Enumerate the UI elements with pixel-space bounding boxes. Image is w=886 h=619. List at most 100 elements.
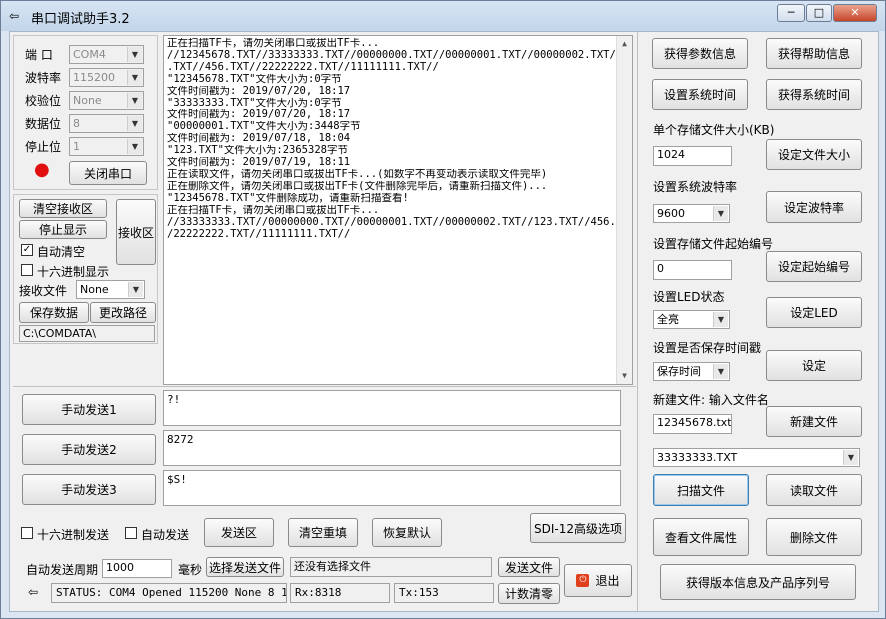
timestamp-select[interactable]: 保存时间 ▼ xyxy=(653,362,730,381)
hex-send-checkbox[interactable] xyxy=(21,527,33,539)
power-icon: ⏻ xyxy=(576,574,590,587)
manual-send-3-button[interactable]: 手动发送3 xyxy=(22,474,156,505)
serial-port-icon: ⇦ xyxy=(9,9,20,23)
send-area-button[interactable]: 发送区 xyxy=(204,518,274,547)
get-help-button[interactable]: 获得帮助信息 xyxy=(766,38,862,69)
set-time-button[interactable]: 设置系统时间 xyxy=(652,79,748,110)
get-time-button[interactable]: 获得系统时间 xyxy=(766,79,862,110)
restore-default-button[interactable]: 恢复默认 xyxy=(372,518,442,547)
hex-display-checkbox[interactable] xyxy=(21,264,33,276)
log-line: 正在删除文件，请勿关闭串口或拔出TF卡(文件删除完毕后，请重新扫描文件)... xyxy=(167,180,548,192)
get-version-button[interactable]: 获得版本信息及产品序列号 xyxy=(660,564,856,600)
select-send-file-button[interactable]: 选择发送文件 xyxy=(206,557,284,577)
connection-icon: ⇦ xyxy=(28,585,39,599)
auto-send-checkbox[interactable] xyxy=(125,527,137,539)
clear-receive-button[interactable]: 清空接收区 xyxy=(19,199,107,218)
set-baud-button[interactable]: 设定波特率 xyxy=(766,191,862,223)
baud-label: 波特率 xyxy=(25,71,62,85)
file-size-field[interactable]: 1024 xyxy=(653,146,732,166)
set-file-size-button[interactable]: 设定文件大小 xyxy=(766,139,862,170)
log-line: 文件时间戳为: 2019/07/20, 18:17 xyxy=(167,85,351,97)
set-start-num-button[interactable]: 设定起始编号 xyxy=(766,251,862,282)
maximize-button[interactable]: □ xyxy=(806,4,832,22)
log-line: "123.TXT"文件大小为:2365328字节 xyxy=(167,145,348,157)
send-text-1[interactable]: ?! xyxy=(163,390,621,426)
delete-file-button[interactable]: 删除文件 xyxy=(766,518,862,556)
led-select[interactable]: 全亮 ▼ xyxy=(653,310,730,329)
send-text-2[interactable]: 8272 xyxy=(163,430,621,466)
log-line: 正在扫描TF卡，请勿关闭串口或拔出TF卡... xyxy=(167,204,380,216)
sys-baud-label: 设置系统波特率 xyxy=(653,180,738,194)
receive-area-button[interactable]: 接收区 xyxy=(116,199,156,265)
period-label: 自动发送周期 xyxy=(26,563,99,577)
file-status-field: 还没有选择文件 xyxy=(290,557,492,577)
sys-baud-select[interactable]: 9600 ▼ xyxy=(653,204,730,223)
tf-card-panel: 获得参数信息 获得帮助信息 设置系统时间 获得系统时间 单个存储文件大小(KB)… xyxy=(637,32,879,611)
parity-select[interactable]: None ▼ xyxy=(69,91,144,110)
view-attr-button[interactable]: 查看文件属性 xyxy=(653,518,749,556)
log-line: //12345678.TXT//33333333.TXT//00000000.T… xyxy=(167,49,629,61)
stop-display-button[interactable]: 停止显示 xyxy=(19,220,107,239)
tx-counter: Tx:153 xyxy=(394,583,494,603)
log-line: //33333333.TXT//00000000.TXT//00000001.T… xyxy=(167,216,629,228)
close-button[interactable]: ✕ xyxy=(833,4,877,22)
clear-resend-button[interactable]: 清空重填 xyxy=(288,518,358,547)
get-params-button[interactable]: 获得参数信息 xyxy=(652,38,748,69)
chevron-down-icon: ▼ xyxy=(713,206,728,221)
chevron-down-icon: ▼ xyxy=(713,312,728,327)
send-text-3[interactable]: $S! xyxy=(163,470,621,506)
window-title: 串口调试助手3.2 xyxy=(31,12,130,27)
timestamp-label: 设置是否保存时间戳 xyxy=(653,341,762,355)
minimize-button[interactable]: ─ xyxy=(777,4,805,22)
log-line: 正在读取文件，请勿关闭串口或拔出TF卡...(如数字不再变动表示读取文件完毕) xyxy=(167,168,548,180)
port-status-indicator-icon: ● xyxy=(34,159,50,180)
log-scrollbar[interactable]: ▲ ▼ xyxy=(616,36,632,384)
close-port-button[interactable]: 关闭串口 xyxy=(69,161,147,185)
exit-button[interactable]: ⏻ 退出 xyxy=(564,564,632,597)
chevron-down-icon: ▼ xyxy=(127,139,142,154)
set-timestamp-button[interactable]: 设定 xyxy=(766,350,862,381)
log-line: "12345678.TXT"文件大小为:0字节 xyxy=(167,73,342,85)
receive-file-select[interactable]: None ▼ xyxy=(76,280,145,299)
chevron-down-icon: ▼ xyxy=(127,47,142,62)
receive-file-label: 接收文件 xyxy=(19,284,68,298)
log-line: 文件时间戳为: 2019/07/19, 18:11 xyxy=(167,157,351,169)
start-num-label: 设置存储文件起始编号 xyxy=(653,237,774,251)
save-data-button[interactable]: 保存数据 xyxy=(19,302,89,323)
send-file-button[interactable]: 发送文件 xyxy=(498,557,560,577)
read-file-button[interactable]: 读取文件 xyxy=(766,474,862,506)
sdi12-options-button[interactable]: SDI-12高级选项 xyxy=(530,513,626,543)
scroll-down-icon[interactable]: ▼ xyxy=(617,368,632,384)
set-led-button[interactable]: 设定LED xyxy=(766,297,862,328)
log-line: "00000001.TXT"文件大小为:3448字节 xyxy=(167,121,361,133)
file-select[interactable]: 33333333.TXT ▼ xyxy=(653,448,860,467)
receive-log[interactable]: 正在扫描TF卡，请勿关闭串口或拔出TF卡... //12345678.TXT//… xyxy=(163,35,633,385)
hex-send-label: 十六进制发送 xyxy=(37,528,110,542)
chevron-down-icon: ▼ xyxy=(128,282,143,297)
port-select[interactable]: COM4 ▼ xyxy=(69,45,144,64)
manual-send-2-button[interactable]: 手动发送2 xyxy=(22,434,156,465)
path-field: C:\COMDATA\ xyxy=(19,325,155,342)
databits-select[interactable]: 8 ▼ xyxy=(69,114,144,133)
chevron-down-icon: ▼ xyxy=(713,364,728,379)
title-bar: ⇦ 串口调试助手3.2 ─ □ ✕ xyxy=(1,1,885,31)
auto-send-label: 自动发送 xyxy=(141,528,190,542)
scroll-up-icon[interactable]: ▲ xyxy=(617,36,632,52)
divider xyxy=(13,386,636,387)
databits-label: 数据位 xyxy=(25,117,62,131)
period-field[interactable]: 1000 xyxy=(102,559,172,578)
log-line: .TXT//456.TXT//22222222.TXT//11111111.TX… xyxy=(167,61,439,73)
auto-clear-checkbox[interactable]: ✓ xyxy=(21,244,33,256)
start-num-field[interactable]: 0 xyxy=(653,260,732,280)
baud-select[interactable]: 115200 ▼ xyxy=(69,68,144,87)
new-file-label: 新建文件: 输入文件名 xyxy=(653,393,769,407)
change-path-button[interactable]: 更改路径 xyxy=(90,302,156,323)
scan-file-button[interactable]: 扫描文件 xyxy=(653,474,749,506)
reset-count-button[interactable]: 计数清零 xyxy=(498,583,560,604)
log-line: /22222222.TXT//11111111.TXT// xyxy=(167,228,351,240)
new-file-button[interactable]: 新建文件 xyxy=(766,406,862,437)
file-size-label: 单个存储文件大小(KB) xyxy=(653,123,775,137)
stopbits-select[interactable]: 1 ▼ xyxy=(69,137,144,156)
new-file-field[interactable]: 12345678.txt xyxy=(653,414,732,434)
manual-send-1-button[interactable]: 手动发送1 xyxy=(22,394,156,425)
